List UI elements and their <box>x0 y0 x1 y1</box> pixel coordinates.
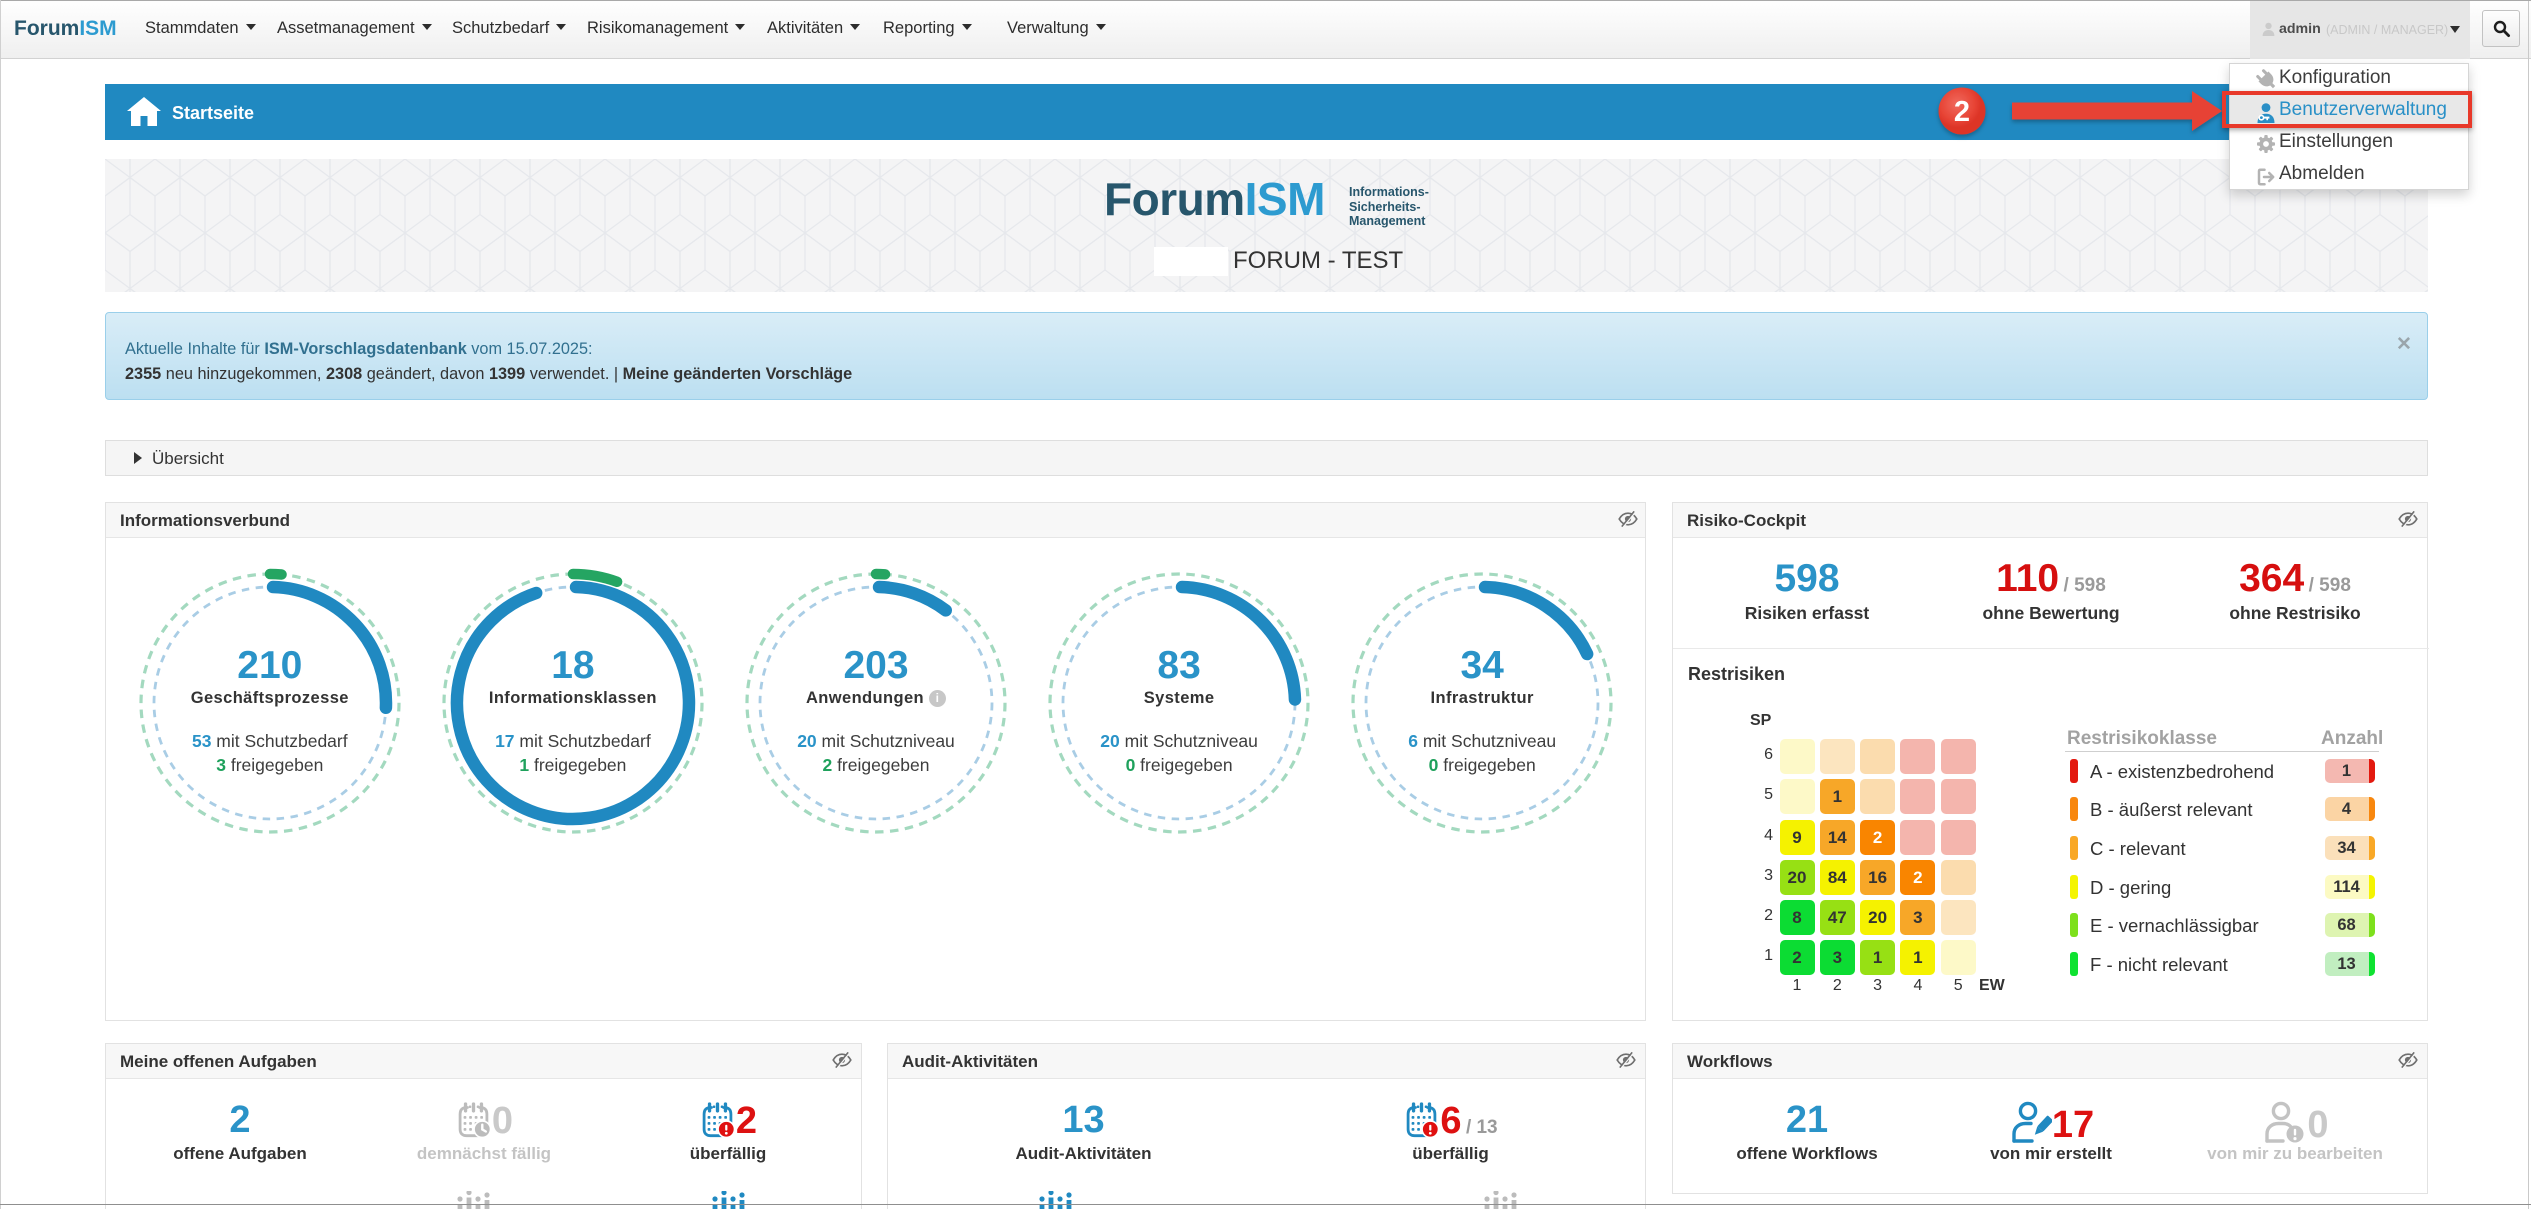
svg-text:2: 2 <box>1954 96 1970 128</box>
